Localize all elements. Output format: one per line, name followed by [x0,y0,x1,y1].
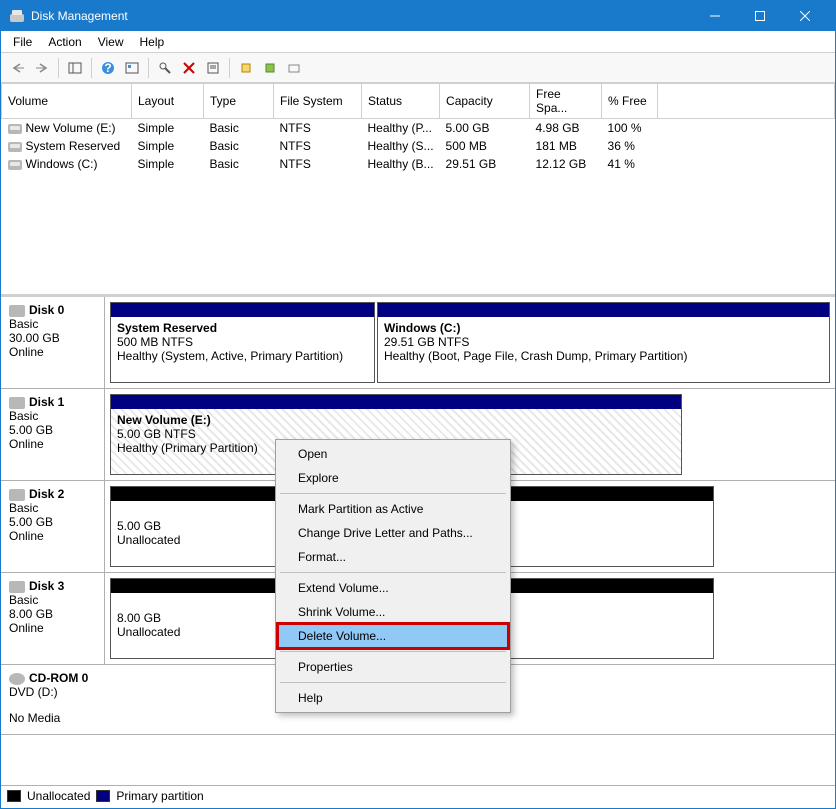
col-pctfree[interactable]: % Free [602,84,658,119]
drive-icon [8,142,22,152]
show-hide-button[interactable] [64,57,86,79]
menu-separator [280,493,506,494]
delete-icon[interactable] [178,57,200,79]
title-bar: Disk Management [1,1,835,31]
disk-icon [9,581,25,593]
menu-separator [280,682,506,683]
app-icon [9,8,25,24]
col-capacity[interactable]: Capacity [440,84,530,119]
volume-row[interactable]: Windows (C:) SimpleBasicNTFSHealthy (B..… [2,155,835,173]
disk-row: Disk 0 Basic 30.00 GB Online System Rese… [1,297,835,389]
ctx-explore[interactable]: Explore [278,466,508,490]
legend-bar: Unallocated Primary partition [1,785,835,805]
ctx-change-letter[interactable]: Change Drive Letter and Paths... [278,521,508,545]
col-status[interactable]: Status [362,84,440,119]
menu-action[interactable]: Action [40,33,89,51]
partition-windows-c[interactable]: Windows (C:)29.51 GB NTFSHealthy (Boot, … [377,302,830,383]
refresh-button[interactable] [121,57,143,79]
context-menu: Open Explore Mark Partition as Active Ch… [275,439,511,713]
menu-file[interactable]: File [5,33,40,51]
back-button[interactable] [7,57,29,79]
col-volume[interactable]: Volume [2,84,132,119]
col-filesystem[interactable]: File System [274,84,362,119]
partition-stripe [378,303,829,317]
legend-label: Primary partition [116,789,203,803]
menu-bar: File Action View Help [1,31,835,53]
disk-icon [9,397,25,409]
svg-text:?: ? [104,61,111,75]
ctx-shrink-volume[interactable]: Shrink Volume... [278,600,508,624]
drive-icon [8,124,22,134]
disk-icon [9,305,25,317]
col-free[interactable]: Free Spa... [530,84,602,119]
properties-icon[interactable] [202,57,224,79]
ctx-open[interactable]: Open [278,442,508,466]
window-title: Disk Management [31,9,692,23]
ctx-format[interactable]: Format... [278,545,508,569]
action1-icon[interactable] [235,57,257,79]
volume-row[interactable]: System Reserved SimpleBasicNTFSHealthy (… [2,137,835,155]
volume-row[interactable]: New Volume (E:) SimpleBasicNTFSHealthy (… [2,119,835,138]
col-type[interactable]: Type [204,84,274,119]
close-button[interactable] [782,1,827,31]
partition-system-reserved[interactable]: System Reserved500 MB NTFSHealthy (Syste… [110,302,375,383]
disk-icon [9,489,25,501]
ctx-help[interactable]: Help [278,686,508,710]
ctx-mark-active[interactable]: Mark Partition as Active [278,497,508,521]
maximize-button[interactable] [737,1,782,31]
ctx-properties[interactable]: Properties [278,655,508,679]
settings-icon[interactable] [154,57,176,79]
menu-help[interactable]: Help [132,33,173,51]
legend-label: Unallocated [27,789,90,803]
legend-swatch-unallocated [7,790,21,802]
legend-swatch-primary [96,790,110,802]
minimize-button[interactable] [692,1,737,31]
partition-stripe [111,303,374,317]
toolbar: ? [1,53,835,83]
cdrom-icon [9,673,25,685]
drive-icon [8,160,22,170]
action3-icon[interactable] [283,57,305,79]
menu-separator [280,651,506,652]
partition-stripe [111,395,681,409]
column-header-row: Volume Layout Type File System Status Ca… [2,84,835,119]
ctx-delete-volume[interactable]: Delete Volume... [278,624,508,648]
action2-icon[interactable] [259,57,281,79]
col-layout[interactable]: Layout [132,84,204,119]
help-icon[interactable]: ? [97,57,119,79]
volume-list: Volume Layout Type File System Status Ca… [1,83,835,297]
forward-button[interactable] [31,57,53,79]
menu-separator [280,572,506,573]
menu-view[interactable]: View [90,33,132,51]
ctx-extend-volume[interactable]: Extend Volume... [278,576,508,600]
